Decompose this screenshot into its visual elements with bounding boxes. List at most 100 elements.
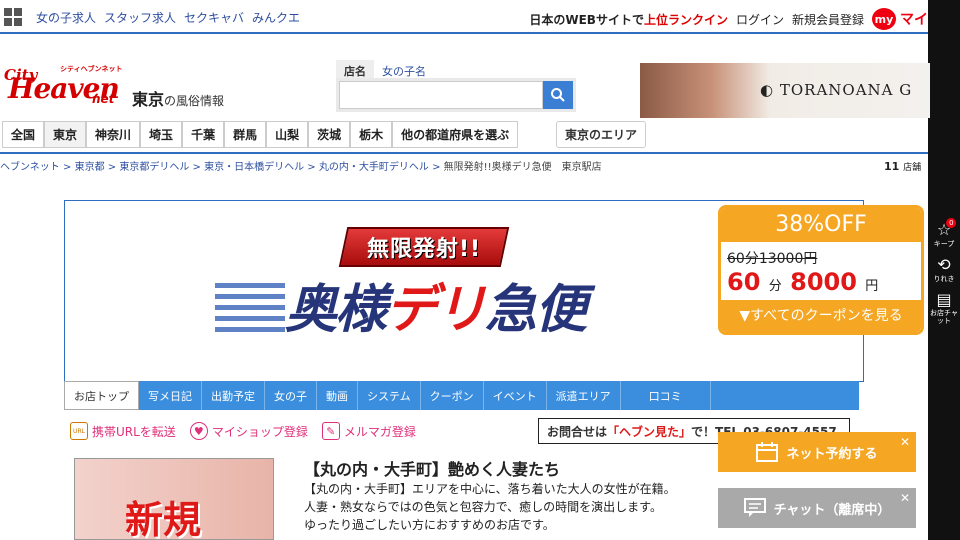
new-girl-thumbnail[interactable]: 新規 xyxy=(74,458,274,540)
pencil-icon: ✎ xyxy=(321,422,340,440)
region-name: 東京 xyxy=(132,90,165,109)
tab-shop-top[interactable]: お店トップ xyxy=(64,381,139,410)
shop-count-unit: 店舗 xyxy=(903,163,922,173)
tab-system[interactable]: システム xyxy=(358,381,421,410)
tab-dispatch-area[interactable]: 派遣エリア xyxy=(547,381,621,410)
tab-reviews[interactable]: 口コミ xyxy=(621,381,711,410)
breadcrumb-item[interactable]: 東京・日本橋デリヘル xyxy=(204,162,304,173)
pref-ibaraki[interactable]: 茨城 xyxy=(308,121,351,148)
my-page-button[interactable]: my マイ xyxy=(872,8,928,30)
tab-coupons[interactable]: クーポン xyxy=(421,381,484,410)
net-reserve-label: ネット予約する xyxy=(786,446,878,462)
apps-grid-icon[interactable] xyxy=(4,8,22,26)
my-shop-label: マイショップ登録 xyxy=(211,424,308,439)
shop-nav: お店トップ 写メ日記 出勤予定 女の子 動画 システム クーポン イベント 派遣… xyxy=(64,381,859,410)
inquiry-prefix: お問合せは xyxy=(547,424,608,439)
pref-yamanashi[interactable]: 山梨 xyxy=(266,121,309,148)
pref-saitama[interactable]: 埼玉 xyxy=(140,121,183,148)
top-right: 日本のWEBサイトで上位ランクイン ログイン 新規会員登録 my マイ xyxy=(529,8,928,30)
breadcrumb-sep: > xyxy=(307,162,316,173)
logo-net: net xyxy=(92,92,115,106)
pref-zenkoku[interactable]: 全国 xyxy=(2,121,45,148)
tokyo-area-button[interactable]: 東京のエリア xyxy=(556,121,647,148)
prefecture-nav: 全国 東京 神奈川 埼玉 千葉 群馬 山梨 茨城 栃木 他の都道府県を選ぶ xyxy=(2,121,519,148)
top-link-girl-jobs[interactable]: 女の子求人 xyxy=(36,9,96,26)
pref-tokyo[interactable]: 東京 xyxy=(44,121,87,148)
description-line: 【丸の内・大手町】エリアを中心に、落ち着いた大人の女性が在籍。 xyxy=(304,482,676,496)
close-chat-icon[interactable]: ✕ xyxy=(900,491,910,505)
tab-schedule[interactable]: 出勤予定 xyxy=(202,381,265,410)
breadcrumb-item[interactable]: 丸の内・大手町デリヘル xyxy=(319,162,429,173)
ad-banner[interactable]: ◐ TORANOANA G xyxy=(640,63,930,118)
site-logo[interactable]: City Heaven シティヘブンネット net xyxy=(4,62,128,110)
chat-bubble-icon xyxy=(743,498,766,517)
banner-name-a: 奥様 xyxy=(285,280,387,340)
tab-girls[interactable]: 女の子 xyxy=(265,381,317,410)
header-divider xyxy=(0,152,928,154)
search-box xyxy=(336,78,576,112)
top-links: 女の子求人 スタッフ求人 セクキャバ みんクエ xyxy=(36,9,300,26)
top-bar: 女の子求人 スタッフ求人 セクキャバ みんクエ 日本のWEBサイトで上位ランクイ… xyxy=(0,0,928,34)
breadcrumb-item[interactable]: 東京都 xyxy=(75,162,105,173)
tab-photo-diary[interactable]: 写メ日記 xyxy=(139,381,202,410)
breadcrumb-item[interactable]: 東京都デリヘル xyxy=(119,162,189,173)
history-icon: ⟲ xyxy=(937,255,951,274)
coupon-old-price: 60分13000円 xyxy=(727,251,818,267)
forward-url-link[interactable]: URL 携帯URLを転送 xyxy=(70,422,176,440)
my-shop-link[interactable]: ♥ マイショップ登録 xyxy=(189,422,308,440)
keep-label: キープ xyxy=(933,240,955,248)
pref-gunma[interactable]: 群馬 xyxy=(224,121,267,148)
history-label: りれき xyxy=(933,275,955,283)
keep-button[interactable]: ☆ 0 キープ xyxy=(933,218,957,249)
heart-icon: ♥ xyxy=(189,422,208,440)
history-button[interactable]: ⟲ りれき xyxy=(934,257,955,284)
search-button[interactable] xyxy=(543,81,573,109)
pref-kanagawa[interactable]: 神奈川 xyxy=(86,121,141,148)
coupon-yen: 円 xyxy=(865,279,879,294)
top-link-minkue[interactable]: みんクエ xyxy=(252,9,300,26)
pref-chiba[interactable]: 千葉 xyxy=(182,121,225,148)
breadcrumb-item[interactable]: ヘブンネット xyxy=(0,162,60,173)
coupon-minutes: 60 xyxy=(727,268,761,296)
logo-sub: シティヘブンネット xyxy=(60,65,123,73)
banner-tagline: 無限発射!! xyxy=(366,237,482,262)
forward-url-label: 携帯URLを転送 xyxy=(92,424,176,439)
description-line: ゆったり過ごしたい方におすすめのお店です。 xyxy=(304,518,555,532)
thumb-label: 新規 xyxy=(125,498,202,540)
url-icon: URL xyxy=(70,422,88,440)
newsletter-link[interactable]: ✎ メルマガ登録 xyxy=(321,422,416,440)
pref-tochigi[interactable]: 栃木 xyxy=(350,121,393,148)
top-link-sekukyaba[interactable]: セクキャバ xyxy=(184,9,244,26)
ranking-highlight[interactable]: 上位ランクイン xyxy=(644,13,728,27)
tab-videos[interactable]: 動画 xyxy=(317,381,358,410)
side-tools: ☆ 0 キープ ⟲ りれき ▤ お店チャット xyxy=(928,218,960,326)
banner-name-c: 急便 xyxy=(485,280,587,340)
tab-events[interactable]: イベント xyxy=(484,381,547,410)
search-input[interactable] xyxy=(339,81,543,109)
speed-lines xyxy=(215,283,285,338)
search-panel: 店名 女の子名 xyxy=(336,60,576,112)
newsletter-label: メルマガ登録 xyxy=(343,424,416,439)
close-reserve-icon[interactable]: ✕ xyxy=(900,435,910,449)
ranking-prefix: 日本のWEBサイトで xyxy=(529,12,644,27)
breadcrumb: ヘブンネット > 東京都 > 東京都デリヘル > 東京・日本橋デリヘル > 丸の… xyxy=(0,158,602,173)
all-coupons-link[interactable]: ▼すべてのクーポンを見る xyxy=(721,300,921,332)
shop-chat-button[interactable]: ▤ お店チャット xyxy=(930,290,958,326)
calendar-icon xyxy=(756,442,779,462)
register-link[interactable]: 新規会員登録 xyxy=(792,11,864,28)
shop-description-title: 【丸の内・大手町】艶めく人妻たち xyxy=(304,460,561,479)
chat-button[interactable]: チャット（離席中） ✕ xyxy=(718,488,916,528)
top-link-staff-jobs[interactable]: スタッフ求人 xyxy=(104,9,176,26)
shop-description: 【丸の内・大手町】エリアを中心に、落ち着いた大人の女性が在籍。 人妻・熟女ならで… xyxy=(304,480,714,534)
shop-count: 11 店舗 xyxy=(884,160,921,173)
banner-name-b: デリ xyxy=(385,280,487,340)
pref-other[interactable]: 他の都道府県を選ぶ xyxy=(392,121,519,148)
ad-brand: ◐ TORANOANA G xyxy=(760,81,913,99)
coupon-price: 8000 xyxy=(790,268,857,296)
coupon-card[interactable]: 38%OFF 60分13000円 60 分 8000 円 ▼すべてのクーポンを見… xyxy=(718,205,924,335)
chat-icon: ▤ xyxy=(936,290,952,309)
net-reserve-button[interactable]: ネット予約する ✕ xyxy=(718,432,916,472)
ad-brand-text: TORANOANA G xyxy=(779,81,913,99)
login-link[interactable]: ログイン xyxy=(736,11,784,28)
inquiry-highlight: 「ヘブン見た」 xyxy=(607,424,692,439)
